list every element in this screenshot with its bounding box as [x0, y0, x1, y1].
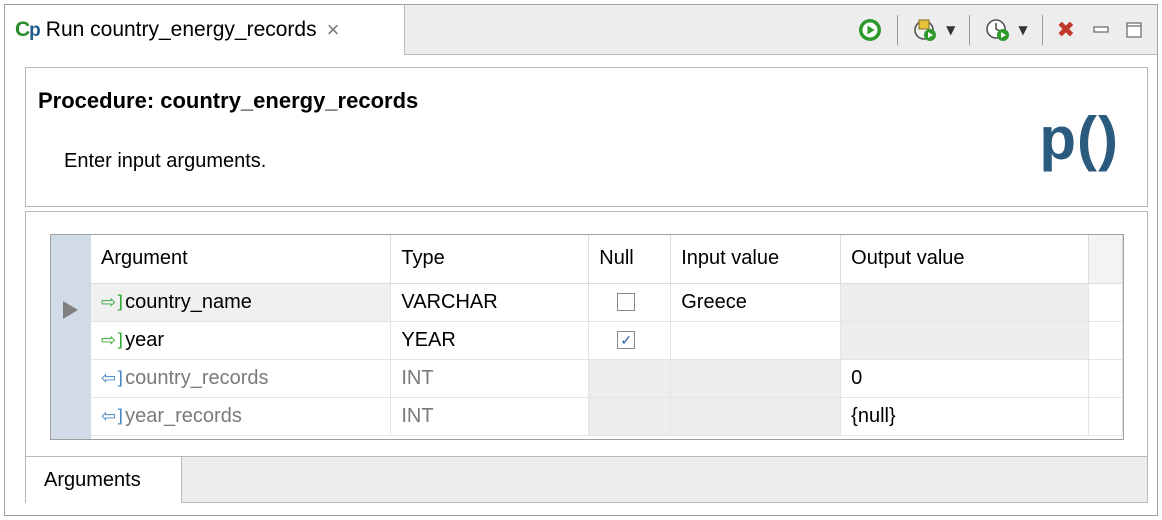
table-row[interactable]: ⇦] year_records INT {null} [91, 397, 1124, 436]
chevron-down-icon[interactable]: ▼ [1018, 23, 1027, 37]
argument-cell[interactable]: ⇨] year [91, 321, 392, 360]
type-cell: INT [390, 397, 590, 436]
filler-cell [1088, 283, 1124, 322]
editor-toolbar: ▼ ▼ ✖ [857, 5, 1157, 55]
instruction-text: Enter input arguments. [64, 150, 267, 172]
run-tab[interactable]: Cp Run country_energy_records × [5, 5, 405, 55]
tab-title: Run country_energy_records [45, 18, 317, 41]
input-value-cell[interactable] [670, 321, 842, 360]
null-cell [588, 397, 672, 436]
execute-dropdown-button[interactable]: ▼ [912, 14, 955, 46]
column-header-null[interactable]: Null [588, 235, 672, 284]
output-value-cell [840, 283, 1089, 322]
filler-cell [1088, 321, 1124, 360]
arguments-panel: Argument Type Null Input value Output va… [25, 211, 1148, 457]
argument-cell[interactable]: ⇦] year_records [91, 397, 392, 436]
argument-cell[interactable]: ⇦] country_records [91, 359, 392, 398]
execute-icon [914, 19, 937, 41]
procedure-header: Procedure: country_energy_records Enter … [25, 67, 1148, 207]
stop-button[interactable]: ✖ [1057, 14, 1075, 46]
input-value-cell [670, 359, 842, 398]
out-arrow-icon: ⇦] [101, 405, 124, 427]
arguments-table: Argument Type Null Input value Output va… [50, 234, 1124, 440]
procedure-logo: p() [1039, 105, 1119, 172]
argument-name: year_records [125, 404, 242, 427]
column-header-type[interactable]: Type [390, 235, 590, 284]
output-value-cell [840, 321, 1089, 360]
column-header-input-value[interactable]: Input value [670, 235, 842, 284]
null-cell [588, 359, 672, 398]
close-icon[interactable]: × [327, 17, 340, 43]
in-arrow-icon: ⇨] [101, 329, 124, 351]
chevron-down-icon[interactable]: ▼ [946, 23, 955, 37]
arguments-grid: Argument Type Null Input value Output va… [91, 235, 1124, 436]
row-header-column[interactable] [51, 235, 91, 439]
type-cell: INT [390, 359, 590, 398]
argument-name: country_name [125, 290, 252, 313]
maximize-icon [1126, 22, 1142, 38]
null-checkbox-checked[interactable]: ✓ [617, 331, 636, 349]
table-header-row: Argument Type Null Input value Output va… [91, 235, 1124, 284]
in-arrow-icon: ⇨] [101, 291, 124, 313]
output-value-cell[interactable]: {null} [840, 397, 1089, 436]
filler-cell [1088, 359, 1124, 398]
procedure-icon: Cp [15, 18, 41, 41]
run-icon [859, 19, 882, 41]
toolbar-separator [897, 15, 899, 45]
minimize-icon [1093, 26, 1109, 33]
output-value-cell[interactable]: 0 [840, 359, 1089, 398]
run-button[interactable] [857, 14, 883, 46]
history-dropdown-button[interactable]: ▼ [984, 14, 1028, 46]
maximize-button[interactable] [1125, 14, 1143, 46]
type-cell: VARCHAR [390, 283, 590, 322]
column-header-argument[interactable]: Argument [91, 235, 392, 284]
row-selector-icon [63, 301, 78, 319]
null-cell[interactable]: ✓ [588, 321, 672, 360]
history-icon [986, 19, 1010, 41]
argument-cell[interactable]: ⇨] country_name [91, 283, 392, 322]
toolbar-separator [1041, 15, 1043, 45]
input-value-cell [670, 397, 842, 436]
toolbar-separator [969, 15, 971, 45]
input-value-cell[interactable]: Greece [670, 283, 842, 322]
page-title: Procedure: country_energy_records [38, 88, 419, 113]
column-header-output-value[interactable]: Output value [840, 235, 1089, 284]
table-row[interactable]: ⇨] year YEAR ✓ [91, 321, 1124, 360]
filler-cell [1088, 397, 1124, 436]
argument-name: country_records [125, 366, 269, 389]
table-row[interactable]: ⇨] country_name VARCHAR Greece [91, 283, 1124, 322]
out-arrow-icon: ⇦] [101, 367, 124, 389]
null-checkbox[interactable] [617, 293, 636, 311]
argument-name: year [125, 328, 165, 351]
null-cell[interactable] [588, 283, 672, 322]
editor-tab-bar: Cp Run country_energy_records × ▼ ▼ ✖ [5, 5, 1157, 55]
bottom-tab-bar: Arguments [25, 457, 1148, 503]
tab-arguments[interactable]: Arguments [26, 457, 182, 503]
minimize-button[interactable] [1093, 14, 1109, 46]
column-header-filler [1088, 235, 1124, 284]
type-cell: YEAR [390, 321, 590, 360]
table-row[interactable]: ⇦] country_records INT 0 [91, 359, 1124, 398]
editor-frame: Cp Run country_energy_records × ▼ ▼ ✖ Pr… [4, 4, 1158, 516]
